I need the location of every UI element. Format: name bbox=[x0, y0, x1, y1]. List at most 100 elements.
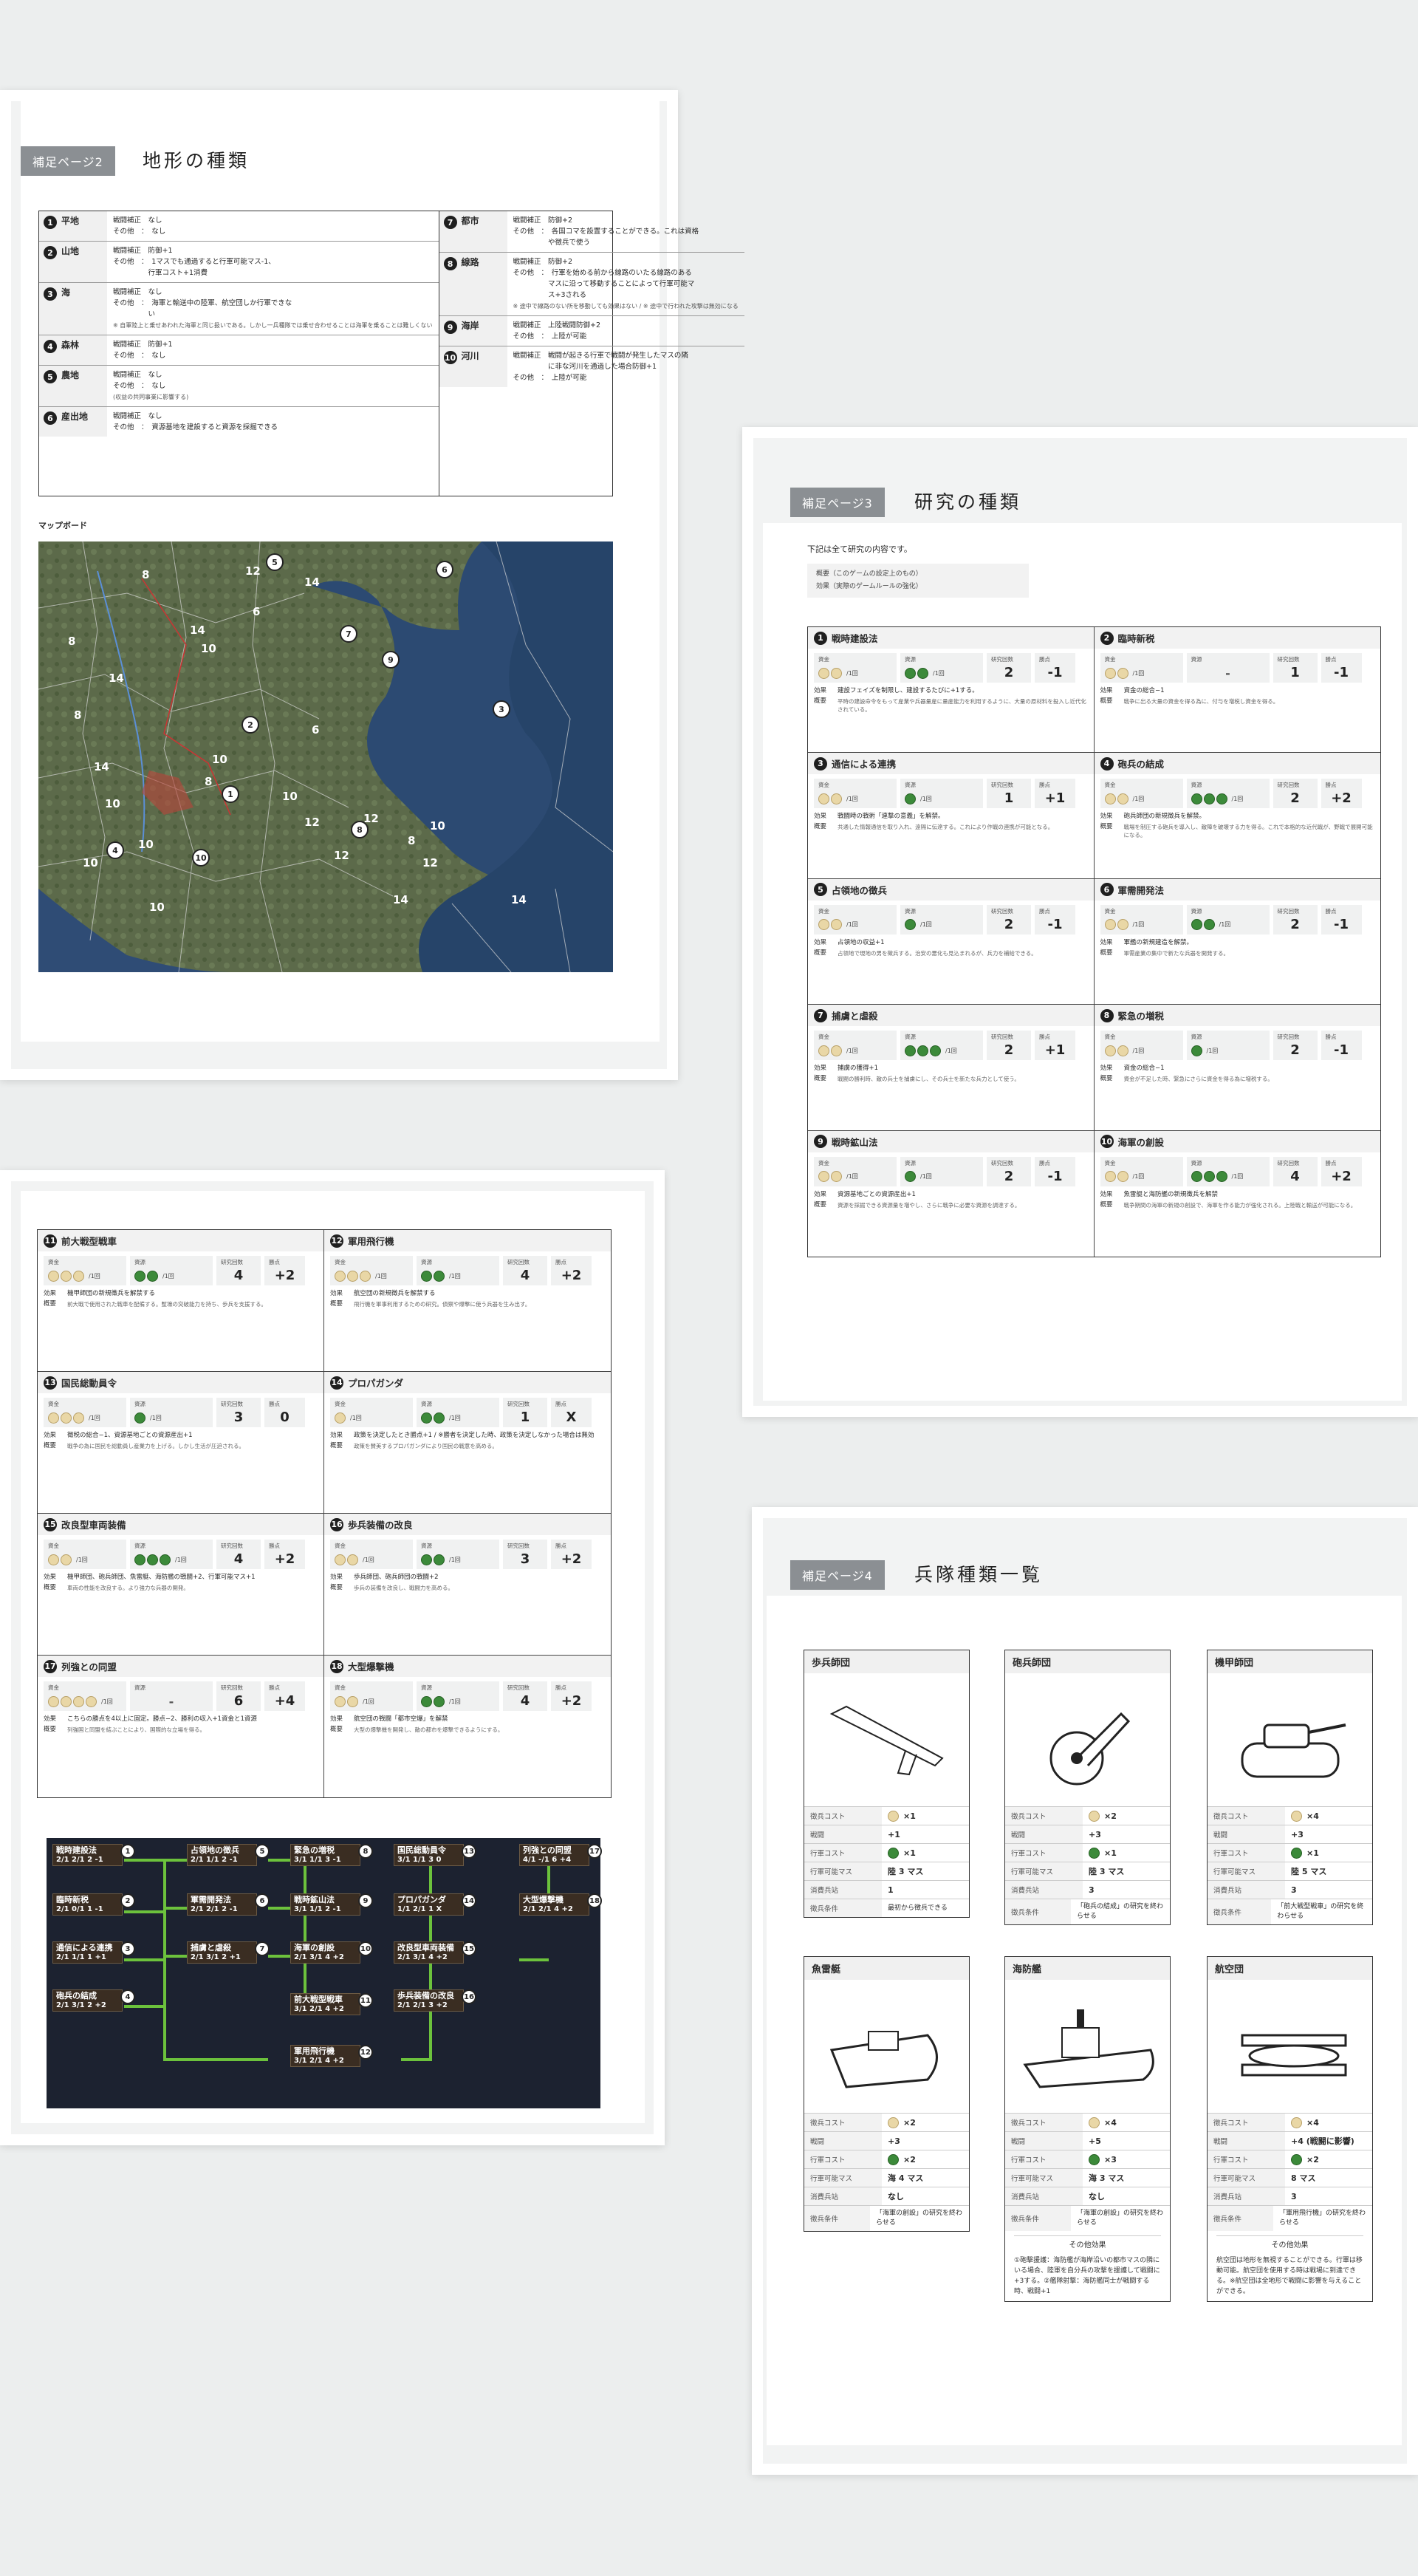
coin-icons: /1回 bbox=[335, 1552, 408, 1567]
resource-icon bbox=[905, 919, 916, 931]
resource-cost: 資源/1回 bbox=[1186, 779, 1270, 809]
unit-stat-text: +3 bbox=[1089, 1829, 1101, 1839]
gem-icons: /1回 bbox=[134, 1552, 208, 1567]
unit-stat-value: 3 bbox=[1285, 1882, 1303, 1898]
research-number: 5 bbox=[814, 883, 827, 897]
unit-stat-text: ×2 bbox=[1104, 1811, 1117, 1821]
unit-stat-row: 徴兵条件 「海軍の創設」の研究を終わらせる bbox=[1005, 2205, 1170, 2231]
research-title: 17 列強との同盟 bbox=[38, 1656, 323, 1677]
unit-card: 砲兵師団 徴兵コスト ×2 戦闘 +3 行軍コスト ×1 行軍可能マス陸 3 マス 消費兵站 3 徴… bbox=[1004, 1650, 1171, 1925]
resource-label: 資源 bbox=[421, 1542, 432, 1549]
tree-node-stats: 2/1 1/1 2 -1 bbox=[191, 1856, 238, 1864]
research-name: 列強との同盟 bbox=[61, 1661, 117, 1673]
unit-stat-label: 行軍コスト bbox=[804, 2150, 882, 2168]
resource-cost: 資源/1回 bbox=[417, 1256, 499, 1285]
research-effect: 効果 歩兵師団、砲兵師団の戦闘+2 bbox=[330, 1573, 605, 1582]
unit-stat-row: 行軍コスト ×1 bbox=[804, 1843, 969, 1862]
map-marker: 9 bbox=[382, 651, 400, 669]
research-name: 国民総動員令 bbox=[61, 1378, 117, 1389]
research-number: 2 bbox=[1100, 631, 1114, 645]
per-turn-label: /1回 bbox=[846, 669, 858, 677]
effect-label: 効果 bbox=[1100, 938, 1113, 946]
research-effect: 効果 徴税の総合−1、資源基地ごとの資源産出+1 bbox=[44, 1431, 318, 1441]
tree-node-name: 列強との同盟 bbox=[523, 1845, 572, 1855]
cost-row: 資金/1回 資源/1回 研究回数 4 勝点 +2 bbox=[1100, 1156, 1375, 1186]
unit-stat-row: 徴兵条件 「前大戦型戦車」の研究を終わらせる bbox=[1208, 1899, 1372, 1924]
tree-node-name: 大型爆撃機 bbox=[523, 1895, 564, 1904]
resource-label: 資源 bbox=[134, 1684, 145, 1691]
research-name: 軍需開発法 bbox=[1117, 884, 1165, 896]
terrain-number: 7 bbox=[443, 216, 457, 229]
unit-stat-label: 行軍可能マス bbox=[1005, 1862, 1083, 1880]
research-tree: 戦時建設法 2/1 2/1 2 -1 1 臨時新税 2/1 0/1 1 -1 2 通信による… bbox=[47, 1838, 602, 2108]
svg-text:1: 1 bbox=[227, 790, 233, 799]
research-title: 13 国民総動員令 bbox=[38, 1372, 323, 1393]
effect-text: 占領地の収益+1 bbox=[838, 938, 885, 946]
unit-image bbox=[1005, 1980, 1170, 2113]
unit-stat-value: ×4 bbox=[1285, 2114, 1325, 2131]
victory-points: 勝点 +2 bbox=[264, 1540, 305, 1569]
unit-stat-value: 陸 5 マス bbox=[1285, 1862, 1332, 1880]
resource-icon bbox=[905, 667, 916, 679]
terrain-label: 山地 bbox=[61, 246, 80, 256]
vp-label: 勝点 bbox=[555, 1542, 566, 1549]
unit-card: 歩兵師団 徴兵コスト ×1 戦闘 +1 行軍コスト ×1 行軍可能マス陸 3 マス 消費兵站 1 徴… bbox=[804, 1650, 970, 1918]
turns-label: 研究回数 bbox=[1277, 1034, 1300, 1041]
research-card: 8 緊急の増税 資金/1回 資源/1回 研究回数 2 勝点 -1 効果 資金の総合−1 概要 資金が不… bbox=[1094, 1005, 1380, 1131]
tree-node-number: 13 bbox=[462, 1844, 476, 1859]
terrain-line: 戦闘補正 なし bbox=[113, 216, 162, 225]
research-effect: 効果 捕虜の獲得+1 bbox=[814, 1064, 1088, 1073]
victory-points: 勝点 +1 bbox=[1035, 779, 1075, 809]
vp-label: 勝点 bbox=[269, 1259, 280, 1265]
unit-other-effects: その他効果 ①砲撃援護：海防艦が海岸沿いの都市マスの隣にいる場合、陸軍を自分兵の攻… bbox=[1005, 2231, 1170, 2301]
terrain-line: その他 ： 上陸が可能 bbox=[513, 374, 587, 382]
map-marker: 7 bbox=[340, 625, 357, 643]
terrain-label: 線路 bbox=[461, 257, 479, 267]
research-overview: 概要 資金が不足した時、緊急にさらに資金を得る為に増税する。 bbox=[1100, 1075, 1375, 1083]
unit-stat-text: +1 bbox=[888, 1829, 900, 1839]
vp-label: 勝点 bbox=[1039, 1034, 1050, 1041]
coin-icon bbox=[1104, 667, 1116, 679]
unit-stat-row: 徴兵コスト ×2 bbox=[1005, 1806, 1170, 1825]
unit-stat-text: 陸 3 マス bbox=[1089, 1867, 1125, 1876]
gem-icons: /1回 bbox=[134, 1410, 208, 1425]
coin-icons: /1回 bbox=[48, 1268, 122, 1283]
map-board: 8 1261414810148610148101012 12108101210 121… bbox=[38, 541, 613, 972]
terrain-line: マスに沿って移動することによって行軍可能マ bbox=[513, 280, 695, 288]
vp-value: -1 bbox=[1334, 665, 1349, 680]
unit-stat-value: ×2 bbox=[882, 2151, 922, 2168]
tank-icon bbox=[1241, 1723, 1346, 1778]
unit-name: 機甲師団 bbox=[1208, 1650, 1372, 1673]
resource-icon bbox=[1089, 1847, 1100, 1859]
research-effect: 効果 こちらの勝点を4以上に固定。勝点−2、勝利の収入+1資金と1資源 bbox=[44, 1715, 318, 1724]
per-turn-label: /1回 bbox=[933, 669, 945, 677]
fund-cost: 資金/1回 bbox=[814, 904, 897, 935]
fund-cost: 資金/1回 bbox=[1100, 904, 1183, 935]
effect-label: 効果 bbox=[44, 1715, 57, 1723]
resource-cost: 資源/1回 bbox=[1186, 1156, 1270, 1186]
effect-label: 効果 bbox=[330, 1432, 343, 1439]
research-overview: 概要 共通した情報通信を取り入れ、遠隔に伝達する。これにより作戦の連携が可能となる… bbox=[814, 823, 1088, 831]
tree-node-number: 14 bbox=[462, 1893, 476, 1908]
sheet-terrain: 補足ページ2 地形の種類 1 平地 戦闘補正 なし その他 ： なし 2 山地 戦闘補正 防… bbox=[0, 90, 744, 1080]
victory-points: 勝点 +2 bbox=[551, 1681, 592, 1711]
research-title: 12 軍用飛行機 bbox=[324, 1230, 611, 1251]
tree-node: プロパガンダ 1/1 2/1 1 X bbox=[394, 1893, 464, 1916]
unit-stat-label: 消費兵站 bbox=[804, 2187, 882, 2205]
unit-stat-value: ×2 bbox=[1285, 2151, 1325, 2168]
coin-icon bbox=[335, 1554, 346, 1565]
legend-overview: 概要（このゲームの設定上のもの） bbox=[816, 570, 922, 578]
rifle-icon bbox=[829, 1705, 944, 1776]
overview-label: 概要 bbox=[814, 949, 827, 957]
research-name: 占領地の徴兵 bbox=[832, 884, 888, 896]
per-turn-label: /1回 bbox=[162, 1272, 174, 1280]
research-number: 10 bbox=[1100, 1135, 1114, 1149]
terrain-line: 戦闘補正 なし bbox=[113, 288, 162, 296]
unit-stat-row: 徴兵コスト ×4 bbox=[1208, 1806, 1372, 1825]
fund-cost: 資金/1回 bbox=[330, 1540, 413, 1569]
research-name: 砲兵の結成 bbox=[1117, 759, 1165, 771]
fund-label: 資金 bbox=[1104, 907, 1116, 915]
coin-icons: /1回 bbox=[1104, 666, 1179, 680]
research-title: 15 改良型車両装備 bbox=[38, 1514, 323, 1535]
turns-value: 2 bbox=[1004, 1168, 1014, 1184]
